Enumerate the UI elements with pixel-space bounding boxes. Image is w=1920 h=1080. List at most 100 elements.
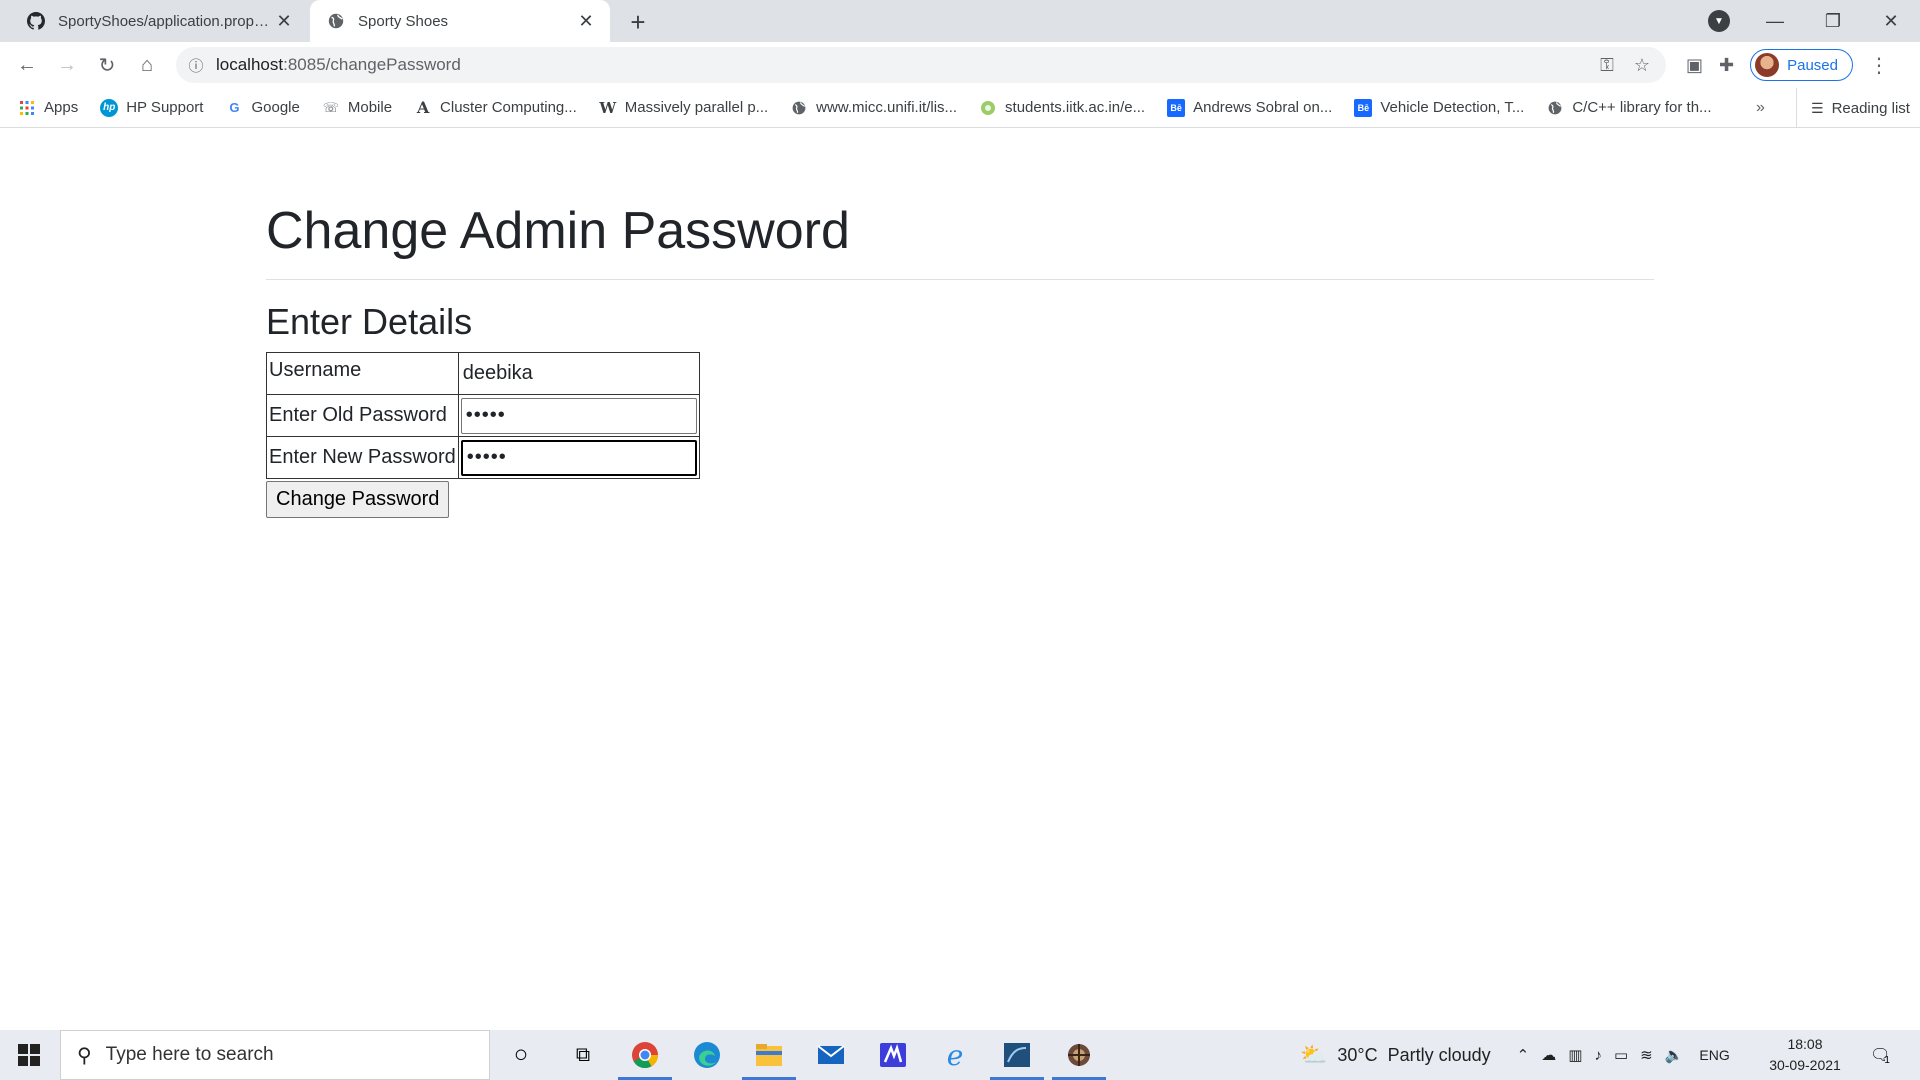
bookmark-label: Apps — [44, 99, 79, 116]
bookmark-iitk[interactable]: students.iitk.ac.in/e... — [979, 99, 1145, 117]
globe-icon — [790, 99, 808, 117]
bookmark-vehicle-detection[interactable]: Bē Vehicle Detection, T... — [1354, 98, 1525, 117]
url-host: localhost — [216, 55, 284, 74]
bookmark-label: Cluster Computing... — [440, 99, 577, 116]
bookmarks-bar: Apps hp HP Support G Google ☏ Mobile A C… — [0, 88, 1920, 128]
weather-desc: Partly cloudy — [1387, 1044, 1491, 1065]
microphone-icon[interactable]: ♪ — [1594, 1047, 1602, 1064]
close-icon[interactable]: ✕ — [576, 11, 596, 31]
bookmark-andrews-sobral[interactable]: Bē Andrews Sobral on... — [1167, 98, 1333, 117]
windows-start-icon[interactable] — [0, 1030, 58, 1080]
site-info-icon[interactable]: ⓘ — [176, 55, 216, 76]
internet-explorer-icon[interactable]: e — [924, 1030, 986, 1080]
language-indicator[interactable]: ENG — [1699, 1047, 1729, 1063]
cloud-sync-icon[interactable]: ☁ — [1541, 1046, 1556, 1064]
profile-label: Paused — [1787, 56, 1838, 74]
clock-time: 18:08 — [1787, 1036, 1823, 1052]
forward-icon[interactable]: → — [52, 50, 82, 80]
mail-icon[interactable] — [800, 1030, 862, 1080]
key-icon[interactable]: ⚿ — [1600, 55, 1614, 76]
bookmark-cluster-computing[interactable]: A Cluster Computing... — [414, 98, 577, 117]
bookmark-mobile[interactable]: ☏ Mobile — [322, 99, 392, 117]
tab-title: SportyShoes/application.properti — [58, 12, 274, 30]
notifications-icon[interactable]: 🗨 1 — [1866, 1042, 1894, 1068]
weather-temp: 30°C — [1337, 1044, 1378, 1065]
new-password-input[interactable]: ••••• — [460, 439, 697, 476]
section-heading: Enter Details — [266, 301, 473, 342]
bookmark-micc[interactable]: www.micc.unifi.it/lis... — [790, 99, 957, 117]
bookmark-label: Andrews Sobral on... — [1193, 99, 1333, 116]
form-row-new-password: Enter New Password ••••• — [266, 436, 700, 479]
old-password-input[interactable]: ••••• — [460, 397, 697, 434]
tab-strip: SportyShoes/application.properti ✕ Sport… — [0, 0, 1920, 42]
profile-button[interactable]: Paused — [1750, 49, 1853, 81]
restore-icon[interactable]: ❐ — [1804, 0, 1862, 42]
minimize-icon[interactable]: — — [1746, 0, 1804, 42]
username-value: deebika — [462, 362, 533, 384]
url-path: :8085/changePassword — [283, 55, 461, 74]
back-icon[interactable]: ← — [12, 50, 42, 80]
change-password-form: Username deebika Enter Old Password ••••… — [266, 352, 700, 479]
bookmark-label: www.micc.unifi.it/lis... — [816, 99, 958, 116]
bookmark-google[interactable]: G Google — [225, 99, 299, 117]
bookmarks-overflow-button[interactable]: » — [1756, 88, 1765, 128]
volume-icon[interactable]: 🔈 — [1665, 1046, 1684, 1064]
url-text: localhost:8085/changePassword — [216, 55, 461, 75]
menu-icon[interactable]: ⋮ — [1869, 53, 1889, 78]
bookmark-label: C/C++ library for th... — [1572, 99, 1712, 116]
system-tray: ⛅ 30°C Partly cloudy ⌃ ☁ ▥ ♪ ▭ ≋ 🔈 ENG — [1300, 1030, 1736, 1080]
chrome-icon[interactable] — [614, 1030, 676, 1080]
taskbar-search-box[interactable]: ⚲ Type here to search — [60, 1030, 490, 1080]
old-password-cell: ••••• — [457, 394, 700, 437]
battery-icon[interactable]: ▭ — [1614, 1046, 1628, 1064]
avatar — [1755, 53, 1780, 77]
star-icon[interactable]: ☆ — [1634, 55, 1650, 76]
tab-github[interactable]: SportyShoes/application.properti ✕ — [10, 0, 308, 42]
form-row-username: Username deebika — [266, 352, 700, 395]
behance-icon: Bē — [1167, 98, 1186, 117]
edge-icon[interactable] — [676, 1030, 738, 1080]
globe-icon — [326, 11, 346, 31]
close-icon[interactable]: ✕ — [274, 11, 294, 31]
wifi-icon[interactable]: ≋ — [1640, 1046, 1653, 1064]
puzzle-icon[interactable]: ✚ — [1719, 55, 1734, 76]
bookmark-cpp-library[interactable]: C/C++ library for th... — [1546, 99, 1712, 117]
google-icon: G — [229, 100, 240, 115]
toolbar: ← → ↻ ⌂ ⓘ localhost:8085/changePassword … — [0, 42, 1920, 88]
divider — [266, 279, 1654, 280]
reading-list-icon: ☰ — [1811, 99, 1824, 116]
close-window-icon[interactable]: ✕ — [1862, 0, 1920, 42]
bookmark-hp-support[interactable]: hp HP Support — [100, 98, 203, 117]
weather-widget[interactable]: ⛅ 30°C Partly cloudy — [1300, 1042, 1491, 1068]
github-icon — [26, 11, 46, 31]
wikipedia-icon: W — [599, 98, 617, 117]
old-password-label: Enter Old Password — [266, 394, 459, 437]
bookmark-massively-parallel[interactable]: W Massively parallel p... — [599, 99, 768, 117]
file-explorer-icon[interactable] — [738, 1030, 800, 1080]
apps-grid-icon — [18, 99, 36, 117]
cortana-icon[interactable]: ○ — [490, 1030, 552, 1080]
reload-icon[interactable]: ↻ — [92, 50, 122, 80]
bookmark-label: Mobile — [347, 99, 393, 116]
new-tab-button[interactable]: + — [624, 7, 652, 37]
bookmark-label: Vehicle Detection, T... — [1380, 99, 1525, 116]
app-icon[interactable] — [1048, 1030, 1110, 1080]
omnibox-actions: ⚿ ☆ — [1600, 47, 1650, 83]
matlab-icon[interactable] — [862, 1030, 924, 1080]
tab-search-icon[interactable]: ▼ — [1708, 10, 1730, 32]
browser-chrome: SportyShoes/application.properti ✕ Sport… — [0, 0, 1920, 128]
toolbar-right: ▣ ✚ Paused ⋮ — [1686, 47, 1889, 83]
address-bar[interactable]: ⓘ localhost:8085/changePassword ⚿ ☆ — [176, 47, 1666, 83]
mysql-workbench-icon[interactable] — [986, 1030, 1048, 1080]
extension-icon[interactable]: ▣ — [1686, 55, 1703, 76]
chevron-up-icon[interactable]: ⌃ — [1517, 1046, 1530, 1064]
clock[interactable]: 18:08 30-09-2021 — [1760, 1034, 1850, 1076]
tab-sporty-shoes[interactable]: Sporty Shoes ✕ — [310, 0, 610, 42]
change-password-button[interactable]: Change Password — [266, 481, 450, 518]
form-row-old-password: Enter Old Password ••••• — [266, 394, 700, 437]
device-icon[interactable]: ▥ — [1568, 1046, 1582, 1064]
bookmark-apps[interactable]: Apps — [18, 99, 78, 117]
reading-list-button[interactable]: ☰ Reading list — [1796, 88, 1910, 128]
task-view-icon[interactable]: ⧉ — [552, 1030, 614, 1080]
home-icon[interactable]: ⌂ — [132, 50, 162, 80]
